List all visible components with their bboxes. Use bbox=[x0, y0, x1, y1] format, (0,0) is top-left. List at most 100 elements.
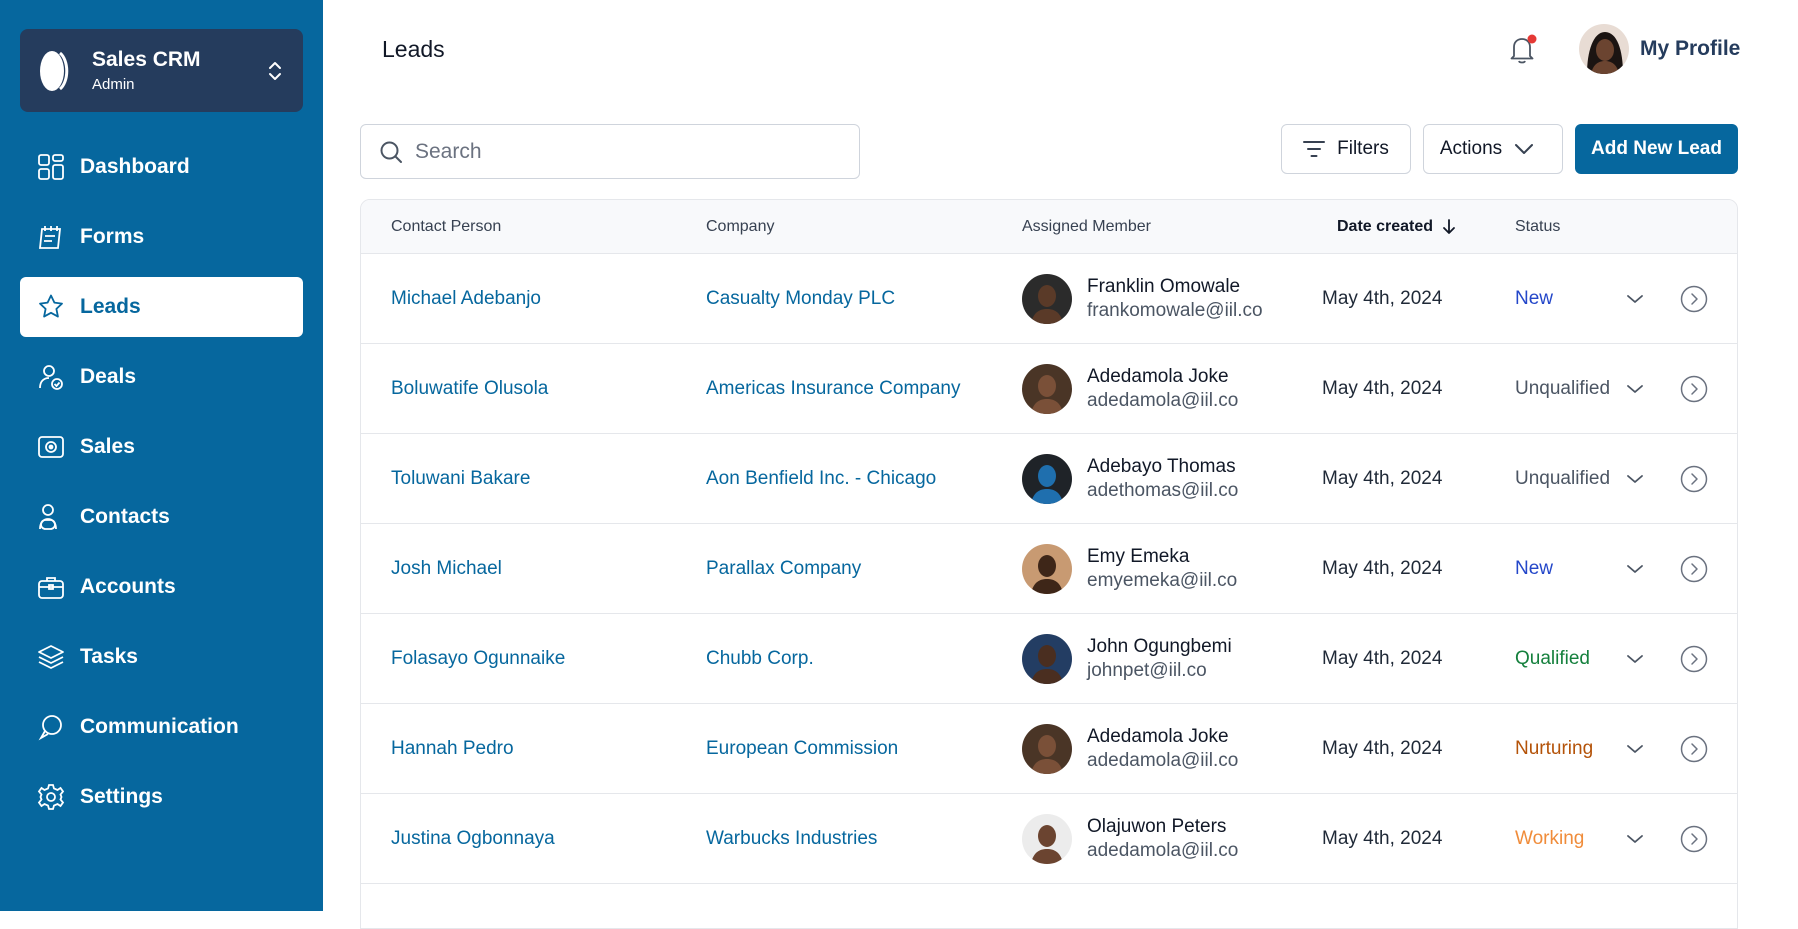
company-link[interactable]: European Commission bbox=[706, 738, 898, 760]
search-box[interactable] bbox=[360, 124, 860, 179]
table-row[interactable]: Josh Michael Parallax Company Emy Emeka emy… bbox=[361, 524, 1737, 614]
avatar bbox=[1579, 24, 1629, 74]
open-lead-arrow-icon[interactable] bbox=[1680, 645, 1708, 673]
notification-button[interactable] bbox=[1508, 33, 1538, 65]
status-badge: Unqualified bbox=[1515, 377, 1611, 399]
chat-icon bbox=[36, 712, 66, 742]
status-dropdown-chevron-icon[interactable] bbox=[1626, 828, 1644, 850]
member-email: emyemeka@iil.co bbox=[1087, 569, 1238, 591]
table-row[interactable]: Folasayo Ogunnaike Chubb Corp. John Ogungb… bbox=[361, 614, 1737, 704]
status-dropdown-chevron-icon[interactable] bbox=[1626, 738, 1644, 760]
sidebar-item-accounts[interactable]: Accounts bbox=[20, 557, 303, 617]
assigned-member: Olajuwon Peters adedamola@iil.co bbox=[1022, 813, 1239, 864]
logo-icon bbox=[36, 50, 78, 92]
table-row[interactable]: Toluwani Bakare Aon Benfield Inc. - Chica… bbox=[361, 434, 1737, 524]
leads-table: Contact Person Company Assigned Member D… bbox=[360, 199, 1738, 929]
avatar bbox=[1022, 633, 1072, 684]
open-lead-arrow-icon[interactable] bbox=[1680, 735, 1708, 763]
table-row[interactable]: Boluwatife Olusola Americas Insurance Com… bbox=[361, 344, 1737, 434]
company-link[interactable]: Warbucks Industries bbox=[706, 828, 877, 850]
column-header-date[interactable]: Date created bbox=[1337, 218, 1457, 236]
member-name: Franklin Omowale bbox=[1087, 275, 1241, 297]
company-link[interactable]: Chubb Corp. bbox=[706, 648, 814, 670]
sidebar-item-label: Sales bbox=[80, 435, 135, 458]
profile-name: My Profile bbox=[1640, 37, 1741, 60]
company-link[interactable]: Casualty Monday PLC bbox=[706, 288, 895, 310]
sidebar-item-label: Communication bbox=[80, 715, 239, 738]
member-email: johnpet@iil.co bbox=[1087, 659, 1207, 681]
status-dropdown-chevron-icon[interactable] bbox=[1626, 558, 1644, 580]
sidebar-item-communication[interactable]: Communication bbox=[20, 697, 303, 757]
forms-icon bbox=[36, 222, 66, 252]
assigned-member: Adedamola Joke adedamola@iil.co bbox=[1022, 363, 1238, 414]
status-dropdown-chevron-icon[interactable] bbox=[1626, 378, 1644, 400]
contact-person-link[interactable]: Hannah Pedro bbox=[391, 738, 514, 760]
open-lead-arrow-icon[interactable] bbox=[1680, 375, 1708, 403]
date-created: May 4th, 2024 bbox=[1322, 377, 1443, 399]
contact-person-link[interactable]: Folasayo Ogunnaike bbox=[391, 648, 565, 670]
avatar bbox=[1022, 813, 1072, 864]
contact-person-link[interactable]: Justina Ogbonnaya bbox=[391, 828, 555, 850]
status-badge: Unqualified bbox=[1515, 467, 1611, 489]
sidebar-item-forms[interactable]: Forms bbox=[20, 207, 303, 267]
status-dropdown-chevron-icon[interactable] bbox=[1626, 648, 1644, 670]
contact-person-link[interactable]: Boluwatife Olusola bbox=[391, 378, 548, 400]
assigned-member: Adebayo Thomas adethomas@iil.co bbox=[1022, 453, 1238, 504]
workspace-switcher[interactable]: Sales CRM Admin bbox=[20, 29, 303, 112]
sidebar-item-tasks[interactable]: Tasks bbox=[20, 627, 303, 687]
sidebar-item-dashboard[interactable]: Dashboard bbox=[20, 137, 303, 197]
sidebar-item-sales[interactable]: Sales bbox=[20, 417, 303, 477]
chevron-updown-icon[interactable] bbox=[263, 56, 287, 86]
sidebar-item-settings[interactable]: Settings bbox=[20, 767, 303, 827]
table-row[interactable]: Michael Adebanjo Casualty Monday PLC Frank… bbox=[361, 254, 1737, 344]
filters-button[interactable]: Filters bbox=[1281, 124, 1411, 174]
member-email: adedamola@iil.co bbox=[1087, 749, 1239, 771]
sales-icon bbox=[36, 432, 66, 462]
company-link[interactable]: Americas Insurance Company bbox=[706, 378, 961, 400]
sidebar-item-label: Forms bbox=[80, 225, 145, 248]
assigned-member: Franklin Omowale frankomowale@iil.co bbox=[1022, 273, 1263, 324]
company-link[interactable]: Aon Benfield Inc. - Chicago bbox=[706, 468, 936, 490]
gear-icon bbox=[36, 782, 66, 812]
workspace-title: Sales CRM bbox=[92, 47, 201, 71]
member-name: Emy Emeka bbox=[1087, 545, 1190, 567]
column-header-company[interactable]: Company bbox=[706, 218, 774, 236]
actions-dropdown[interactable]: Actions bbox=[1423, 124, 1563, 174]
status-dropdown-chevron-icon[interactable] bbox=[1626, 288, 1644, 310]
open-lead-arrow-icon[interactable] bbox=[1680, 555, 1708, 583]
member-email: adedamola@iil.co bbox=[1087, 839, 1239, 861]
profile-menu[interactable]: My Profile bbox=[1579, 24, 1740, 74]
open-lead-arrow-icon[interactable] bbox=[1680, 825, 1708, 853]
date-created: May 4th, 2024 bbox=[1322, 467, 1443, 489]
contact-person-link[interactable]: Josh Michael bbox=[391, 558, 502, 580]
contact-person-link[interactable]: Toluwani Bakare bbox=[391, 468, 530, 490]
filters-label: Filters bbox=[1337, 138, 1389, 159]
sidebar-nav: Dashboard Forms Leads Deals Sales Contac… bbox=[20, 137, 303, 837]
sidebar-item-deals[interactable]: Deals bbox=[20, 347, 303, 407]
date-created: May 4th, 2024 bbox=[1322, 557, 1443, 579]
contact-person-link[interactable]: Michael Adebanjo bbox=[391, 288, 541, 310]
column-header-contact[interactable]: Contact Person bbox=[391, 218, 501, 236]
search-input[interactable] bbox=[415, 139, 815, 164]
bell-icon bbox=[1510, 34, 1537, 64]
status-dropdown-chevron-icon[interactable] bbox=[1626, 468, 1644, 490]
company-link[interactable]: Parallax Company bbox=[706, 558, 861, 580]
sidebar-item-contacts[interactable]: Contacts bbox=[20, 487, 303, 547]
status-badge: Qualified bbox=[1515, 647, 1590, 669]
table-row[interactable]: Justina Ogbonnaya Warbucks Industries Olaj… bbox=[361, 794, 1737, 884]
sidebar-item-label: Settings bbox=[80, 785, 163, 808]
open-lead-arrow-icon[interactable] bbox=[1680, 465, 1708, 493]
table-row[interactable]: Hannah Pedro European Commission Adedamola… bbox=[361, 704, 1737, 794]
member-name: Adedamola Joke bbox=[1087, 365, 1229, 387]
column-header-member[interactable]: Assigned Member bbox=[1022, 218, 1151, 236]
sidebar-item-leads[interactable]: Leads bbox=[20, 277, 303, 337]
open-lead-arrow-icon[interactable] bbox=[1680, 285, 1708, 313]
member-name: Adedamola Joke bbox=[1087, 725, 1229, 747]
avatar bbox=[1022, 273, 1072, 324]
column-header-status[interactable]: Status bbox=[1515, 218, 1560, 236]
sidebar-item-label: Deals bbox=[80, 365, 137, 388]
sidebar-item-label: Dashboard bbox=[80, 155, 190, 178]
date-created: May 4th, 2024 bbox=[1322, 827, 1443, 849]
add-lead-button[interactable]: Add New Lead bbox=[1575, 124, 1738, 174]
avatar bbox=[1022, 363, 1072, 414]
